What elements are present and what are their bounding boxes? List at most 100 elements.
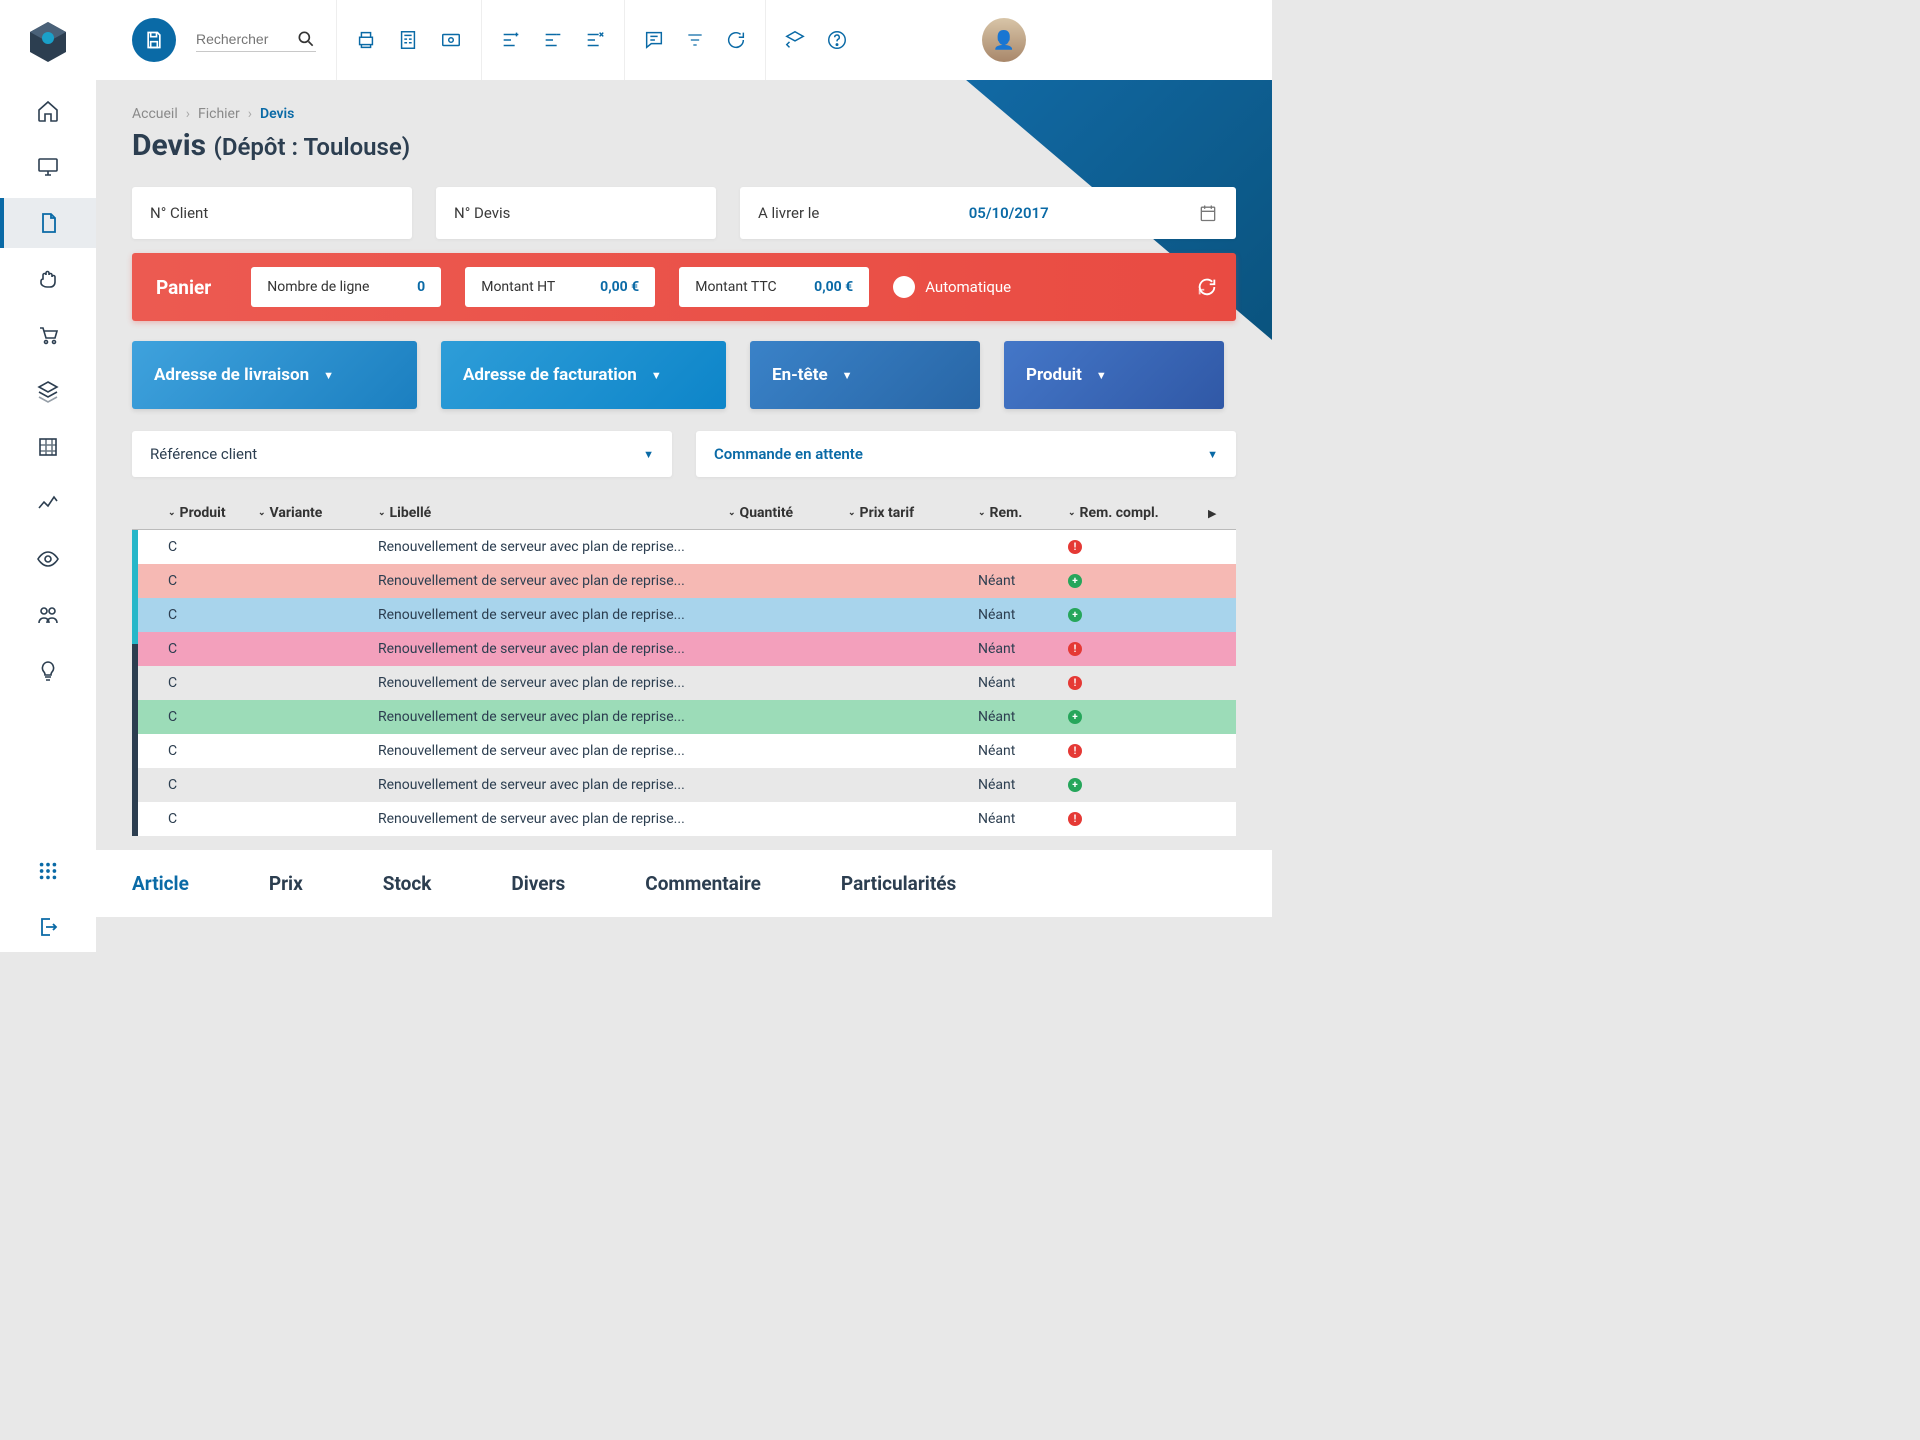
cell-produit: C [168,539,258,555]
nav-grid[interactable] [0,422,96,472]
nav-home[interactable] [0,86,96,136]
col-prix[interactable]: ⌄Prix tarif [848,505,978,521]
help-icon[interactable] [826,29,848,51]
cart-refresh-button[interactable] [1196,276,1218,298]
user-menu-chevron-icon[interactable]: ▼ [1233,34,1244,47]
cell-produit: C [168,607,258,623]
tab-product[interactable]: Produit▼ [1004,341,1224,409]
group-bar [132,644,138,836]
nav-idea[interactable] [0,646,96,696]
nav-eye[interactable] [0,534,96,584]
cell-status: ! [1068,812,1208,826]
tab-prix[interactable]: Prix [269,872,303,895]
chevron-down-icon: ▼ [323,369,334,382]
nav-layers[interactable] [0,366,96,416]
tab-delivery-address[interactable]: Adresse de livraison▼ [132,341,417,409]
breadcrumb-fichier[interactable]: Fichier [198,106,240,122]
breadcrumb: Accueil › Fichier › Devis [132,106,1236,122]
tab-article[interactable]: Article [132,872,189,895]
print-icon[interactable] [355,29,377,51]
cell-rem: Néant [978,573,1068,589]
search-box[interactable] [196,29,316,52]
filter-add-icon[interactable] [500,29,522,51]
save-button[interactable] [132,18,176,62]
toggle-dot-icon [893,276,915,298]
cell-rem: Néant [978,709,1068,725]
table-row[interactable]: CRenouvellement de serveur avec plan de … [132,666,1236,700]
pending-order-select[interactable]: Commande en attente ▼ [696,431,1236,477]
welcome-text: Bienvenue [1040,31,1109,49]
cell-rem: Néant [978,811,1068,827]
search-icon [296,29,316,49]
col-produit[interactable]: ⌄Produit [168,505,258,521]
client-reference-select[interactable]: Référence client ▼ [132,431,672,477]
nav-cart[interactable] [0,310,96,360]
col-rem-compl[interactable]: ⌄Rem. compl. [1068,505,1208,521]
delivery-date-field[interactable]: A livrer le 05/10/2017 [740,187,1236,239]
nav-users[interactable] [0,590,96,640]
col-libelle[interactable]: ⌄Libellé [378,505,728,521]
payment-icon[interactable] [439,29,463,51]
tab-billing-address[interactable]: Adresse de facturation▼ [441,341,726,409]
products-table: ⌄Produit ⌄Variante ⌄Libellé ⌄Quantité ⌄P… [132,495,1236,836]
nav-monitor[interactable] [0,142,96,192]
refresh-icon[interactable] [725,29,747,51]
table-row[interactable]: CRenouvellement de serveur avec plan de … [132,768,1236,802]
chevron-down-icon: ▼ [1096,369,1107,382]
chevron-right-icon: › [186,106,190,122]
col-variante[interactable]: ⌄Variante [258,505,378,521]
table-row[interactable]: CRenouvellement de serveur avec plan de … [132,734,1236,768]
tab-commentaire[interactable]: Commentaire [645,872,761,895]
status-red-icon: ! [1068,676,1082,690]
table-row[interactable]: CRenouvellement de serveur avec plan de … [132,700,1236,734]
cart-title: Panier [156,276,211,299]
sidebar [0,0,96,952]
cell-libelle: Renouvellement de serveur avec plan de r… [378,777,728,793]
cell-libelle: Renouvellement de serveur avec plan de r… [378,675,728,691]
nav-document[interactable] [0,198,96,248]
table-row[interactable]: C Renouvellement de serveur avec plan de … [132,632,1236,666]
table-row[interactable]: C Renouvellement de serveur avec plan de … [132,530,1236,564]
cell-libelle: Renouvellement de serveur avec plan de r… [378,573,728,589]
export-icon[interactable] [784,29,806,51]
search-input[interactable] [196,31,296,47]
cell-libelle: Renouvellement de serveur avec plan de r… [378,641,728,657]
sort-icon[interactable] [685,29,705,51]
tab-header[interactable]: En-tête▼ [750,341,980,409]
comment-icon[interactable] [643,29,665,51]
col-rem[interactable]: ⌄Rem. [978,505,1068,521]
nav-logout[interactable] [0,902,96,952]
client-number-field[interactable]: N° Client [132,187,412,239]
breadcrumb-current: Devis [260,106,294,122]
col-quantite[interactable]: ⌄Quantité [728,505,848,521]
cell-status: + [1068,778,1208,792]
tab-particularites[interactable]: Particularités [841,872,956,895]
cart-panel: Panier Nombre de ligne0 Montant HT0,00 €… [132,253,1236,321]
tab-stock[interactable]: Stock [383,872,432,895]
table-row[interactable]: CRenouvellement de serveur avec plan de … [132,802,1236,836]
user-name: Van den Bergen [1113,31,1219,49]
cell-produit: C [168,709,258,725]
breadcrumb-home[interactable]: Accueil [132,106,178,122]
topbar: 👤 Bienvenue Van den Bergen ▼ [96,0,1272,80]
cell-rem: Néant [978,675,1068,691]
nav-hand[interactable] [0,254,96,304]
lines-count: Nombre de ligne0 [251,267,441,307]
calculator-icon[interactable] [397,29,419,51]
user-bar[interactable]: 👤 Bienvenue Van den Bergen ▼ [960,0,1272,80]
cell-rem: Néant [978,743,1068,759]
tab-divers[interactable]: Divers [511,872,565,895]
chevron-down-icon: ▼ [643,448,654,461]
scroll-right-icon[interactable]: ▶ [1208,507,1224,520]
table-row[interactable]: CRenouvellement de serveur avec plan de … [132,598,1236,632]
nav-apps[interactable] [0,846,96,896]
devis-number-field[interactable]: N° Devis [436,187,716,239]
cell-libelle: Renouvellement de serveur avec plan de r… [378,539,728,555]
filter-clear-icon[interactable] [584,29,606,51]
table-row[interactable]: CRenouvellement de serveur avec plan de … [132,564,1236,598]
nav-analytics[interactable] [0,478,96,528]
filter-remove-icon[interactable] [542,29,564,51]
cell-produit: C [168,641,258,657]
auto-toggle[interactable]: Automatique [893,276,1011,298]
chevron-down-icon: ▼ [651,369,662,382]
